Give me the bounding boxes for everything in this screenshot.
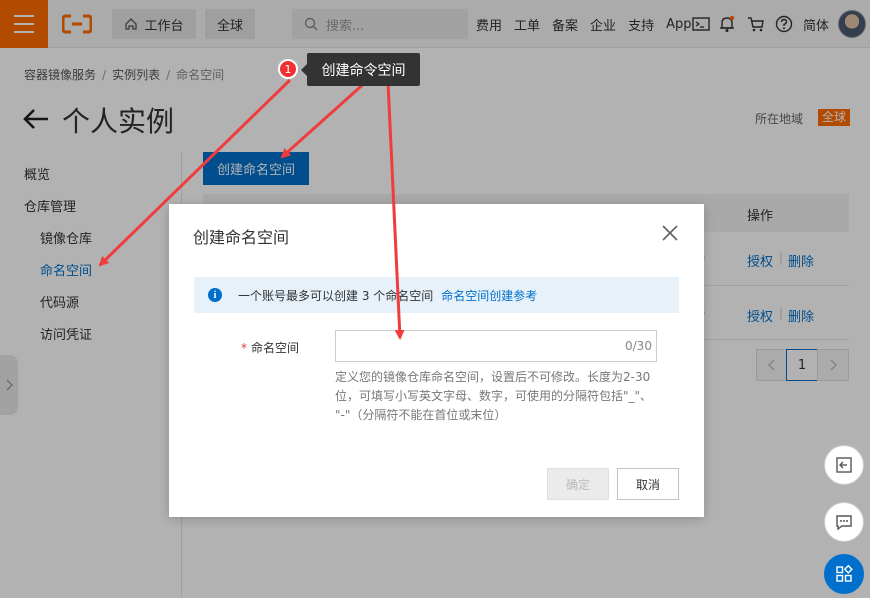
- namespace-input[interactable]: [335, 330, 657, 362]
- float-feedback-button[interactable]: [824, 445, 864, 485]
- confirm-button[interactable]: 确定: [547, 468, 609, 500]
- close-icon[interactable]: [661, 224, 679, 242]
- namespace-reference-link[interactable]: 命名空间创建参考: [441, 287, 537, 304]
- apps-grid-icon: [836, 564, 853, 582]
- help-text-line: 定义您的镜像仓库命名空间，设置后不可修改。长度为2-30: [335, 370, 651, 384]
- char-counter: 0/30: [625, 339, 652, 353]
- float-chat-button[interactable]: [824, 502, 864, 542]
- dialog-title: 创建命名空间: [193, 228, 290, 247]
- help-text-line: 位，可填写小写英文字母、数字，可使用的分隔符包括"_"、: [335, 389, 653, 403]
- step-number-badge: 1: [278, 59, 298, 79]
- create-namespace-dialog: 创建命名空间 i 一个账号最多可以创建 3 个命名空间 命名空间创建参考 * 命名…: [169, 204, 704, 517]
- info-icon: i: [208, 288, 222, 302]
- info-notice: i 一个账号最多可以创建 3 个命名空间 命名空间创建参考: [194, 277, 679, 313]
- info-text: 一个账号最多可以创建 3 个命名空间: [238, 288, 434, 303]
- exit-panel-icon: [836, 457, 852, 473]
- cancel-button[interactable]: 取消: [617, 468, 679, 500]
- required-mark: *: [241, 341, 247, 355]
- float-apps-button[interactable]: [824, 554, 864, 594]
- namespace-field-label: * 命名空间: [241, 339, 299, 356]
- namespace-label-text: 命名空间: [251, 341, 300, 355]
- chat-icon: [836, 515, 852, 531]
- annotation-tooltip: 创建命令空间: [301, 53, 420, 86]
- namespace-help-text: 定义您的镜像仓库命名空间，设置后不可修改。长度为2-30 位，可填写小写英文字母…: [335, 368, 667, 425]
- help-text-line: "-"（分隔符不能在首位或末位）: [335, 408, 507, 422]
